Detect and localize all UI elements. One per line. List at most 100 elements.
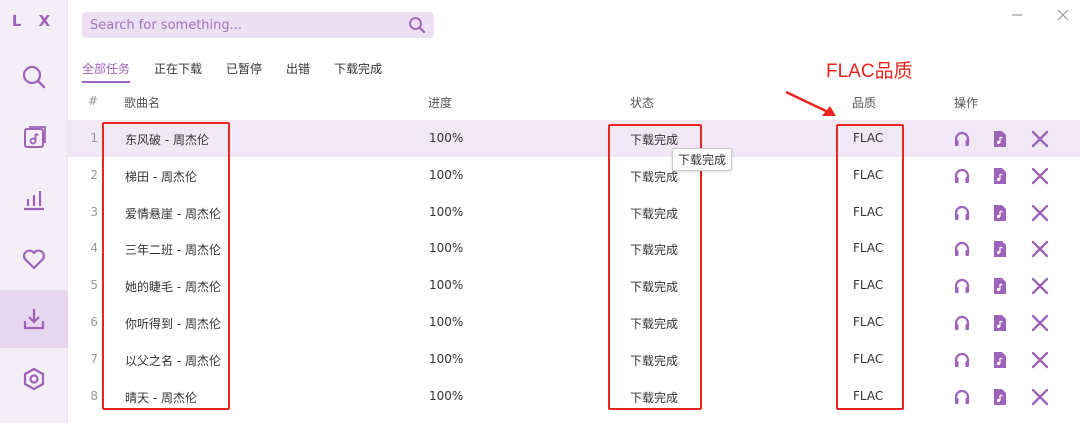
- open-file-button[interactable]: [990, 129, 1010, 149]
- sidebar-item-favorites[interactable]: [0, 230, 68, 288]
- delete-icon: [1031, 241, 1049, 258]
- highlight-box-quality: [836, 124, 904, 410]
- app-logo: L X: [11, 12, 57, 30]
- row-number: 4: [90, 241, 98, 256]
- search-icon[interactable]: [408, 16, 426, 34]
- minimize-button[interactable]: [1006, 4, 1028, 26]
- progress-value: 100%: [429, 351, 464, 366]
- headphones-icon: [954, 389, 970, 404]
- header-quality: 品质: [852, 96, 877, 110]
- delete-icon: [1031, 314, 1049, 332]
- settings-icon: [23, 367, 45, 391]
- tab-all[interactable]: 全部任务: [82, 60, 131, 83]
- progress-value: 100%: [429, 167, 464, 182]
- sidebar: L X: [0, 0, 68, 423]
- delete-button[interactable]: [1030, 387, 1050, 407]
- heart-icon: [23, 249, 45, 270]
- sidebar-item-playlist[interactable]: [0, 108, 68, 166]
- open-file-button[interactable]: [990, 166, 1010, 186]
- row-number: 3: [90, 204, 98, 219]
- row-number: 8: [90, 388, 98, 403]
- delete-button[interactable]: [1030, 129, 1050, 149]
- play-button[interactable]: [952, 166, 972, 186]
- delete-icon: [1031, 277, 1049, 295]
- headphones-icon: [954, 242, 970, 257]
- delete-button[interactable]: [1030, 313, 1050, 333]
- header-status: 状态: [630, 96, 655, 110]
- tab-bar: 全部任务 正在下载 已暂停 出错 下载完成: [82, 60, 406, 83]
- delete-button[interactable]: [1030, 350, 1050, 370]
- search-icon: [22, 65, 46, 89]
- tab-downloading[interactable]: 正在下载: [154, 60, 202, 83]
- delete-button[interactable]: [1030, 203, 1050, 223]
- music-file-icon: [994, 167, 1006, 184]
- download-icon: [23, 309, 45, 330]
- delete-icon: [1031, 388, 1049, 405]
- chart-icon: [24, 191, 44, 211]
- close-icon: [1057, 9, 1069, 21]
- music-file-icon: [994, 204, 1006, 221]
- headphones-icon: [954, 205, 970, 220]
- music-file-icon: [994, 388, 1006, 405]
- open-file-button[interactable]: [990, 239, 1010, 259]
- play-button[interactable]: [952, 387, 972, 407]
- search-input[interactable]: [82, 17, 392, 33]
- progress-value: 100%: [429, 315, 464, 329]
- progress-value: 100%: [429, 131, 464, 145]
- headphones-icon: [954, 352, 970, 367]
- table-header: # 歌曲名 进度 状态 品质 操作: [68, 92, 1080, 112]
- sidebar-item-chart[interactable]: [0, 170, 68, 228]
- delete-button[interactable]: [1030, 276, 1050, 296]
- headphones-icon: [954, 279, 970, 294]
- minimize-icon: [1012, 14, 1022, 16]
- delete-icon: [1031, 130, 1049, 148]
- music-file-icon: [994, 351, 1006, 368]
- tab-completed[interactable]: 下载完成: [334, 60, 382, 83]
- row-number: 6: [90, 315, 98, 329]
- delete-button[interactable]: [1030, 166, 1050, 186]
- music-file-icon: [994, 315, 1006, 331]
- tab-error[interactable]: 出错: [286, 60, 310, 83]
- progress-value: 100%: [429, 278, 464, 293]
- open-file-button[interactable]: [990, 276, 1010, 296]
- annotation-label: FLAC品质: [826, 61, 913, 82]
- music-file-icon: [994, 278, 1006, 295]
- progress-value: 100%: [429, 388, 464, 403]
- delete-icon: [1031, 351, 1049, 368]
- music-file-icon: [994, 241, 1006, 258]
- headphones-icon: [954, 315, 970, 330]
- status-tooltip: 下载完成: [672, 148, 733, 171]
- header-num: #: [88, 94, 99, 108]
- play-button[interactable]: [952, 276, 972, 296]
- highlight-box-names: [102, 122, 230, 410]
- row-number: 5: [90, 278, 98, 293]
- play-button[interactable]: [952, 129, 972, 149]
- play-button[interactable]: [952, 203, 972, 223]
- sidebar-item-download[interactable]: [0, 290, 68, 348]
- header-progress: 进度: [428, 96, 453, 110]
- delete-icon: [1031, 167, 1049, 184]
- sidebar-item-search[interactable]: [0, 48, 68, 106]
- play-button[interactable]: [952, 313, 972, 333]
- search-bar: [82, 12, 434, 38]
- row-number: 2: [90, 167, 98, 182]
- headphones-icon: [954, 131, 970, 146]
- sidebar-item-settings[interactable]: [0, 350, 68, 408]
- header-actions: 操作: [954, 96, 979, 110]
- open-file-button[interactable]: [990, 350, 1010, 370]
- progress-value: 100%: [429, 204, 464, 219]
- row-number: 1: [90, 131, 98, 145]
- play-button[interactable]: [952, 350, 972, 370]
- delete-icon: [1031, 204, 1049, 221]
- open-file-button[interactable]: [990, 313, 1010, 333]
- open-file-button[interactable]: [990, 203, 1010, 223]
- progress-value: 100%: [429, 241, 464, 256]
- open-file-button[interactable]: [990, 387, 1010, 407]
- header-name: 歌曲名: [124, 96, 161, 110]
- tab-paused[interactable]: 已暂停: [226, 60, 262, 83]
- delete-button[interactable]: [1030, 239, 1050, 259]
- row-number: 7: [90, 351, 98, 366]
- close-window-button[interactable]: [1052, 4, 1074, 26]
- play-button[interactable]: [952, 239, 972, 259]
- headphones-icon: [954, 168, 970, 183]
